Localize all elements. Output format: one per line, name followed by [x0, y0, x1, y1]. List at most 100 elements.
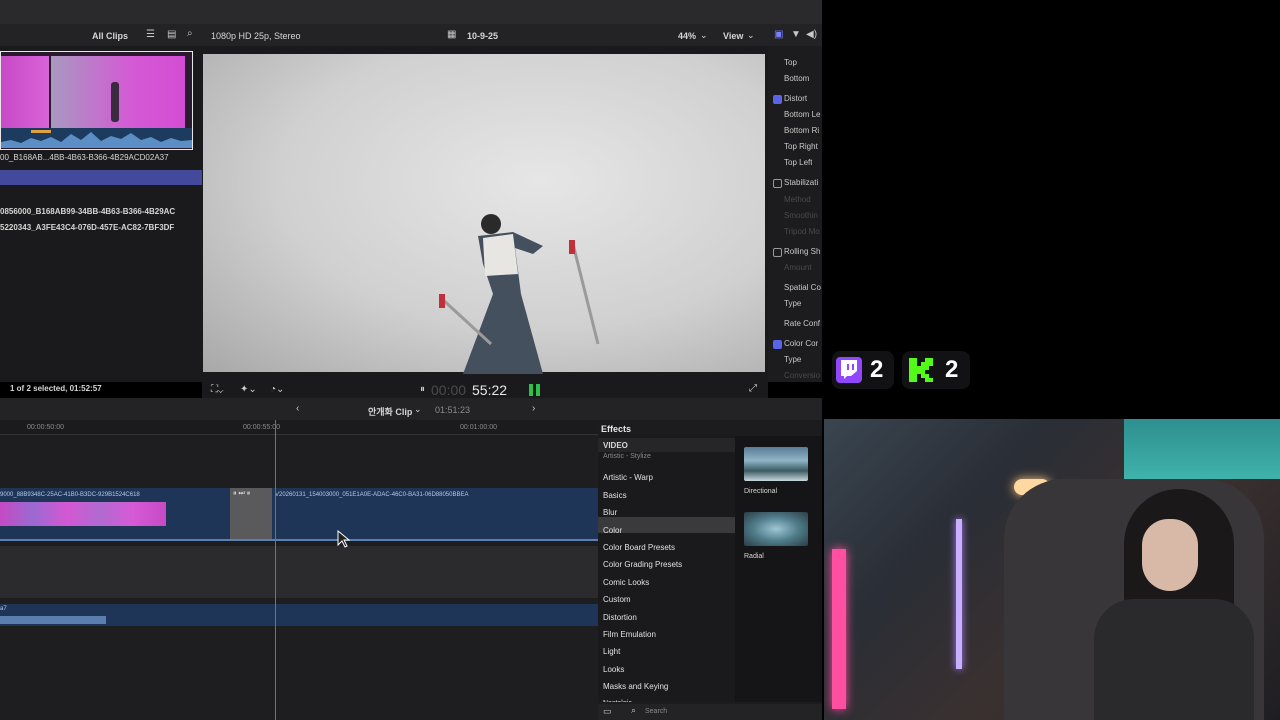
timeline-header: ‹ 안개화 Clip ⌄ 01:51:23 ›: [0, 398, 822, 420]
sidebar-toggle-icon[interactable]: ▭: [603, 706, 612, 717]
search-icon: ⌕: [631, 705, 637, 715]
inspector-row-label: Amount: [784, 263, 812, 272]
timecode: 55:22: [472, 382, 508, 398]
playhead[interactable]: [275, 420, 276, 720]
timeline: 00:00:50:00 00:00:55:00 00:01:00:00 9000…: [0, 420, 598, 720]
project-name: 10-9-25: [467, 31, 499, 41]
effect-thumb-radial[interactable]: [744, 512, 808, 546]
effect-label: Directional: [744, 488, 778, 495]
inspector-checkbox[interactable]: [773, 340, 782, 349]
clip-appearance-icon[interactable]: ▤: [167, 29, 176, 40]
audio-inspector-icon[interactable]: ◀): [806, 29, 817, 40]
fullscreen-icon[interactable]: ⤢: [749, 383, 757, 394]
chevron-down-icon: ⌄: [747, 30, 755, 40]
effects-category-item[interactable]: Basics: [603, 491, 627, 500]
ruler-label: 00:01:00:00: [460, 424, 497, 431]
effects-category-item[interactable]: Comic Looks: [603, 578, 649, 587]
inspector-row-label: Spatial Co: [784, 283, 821, 292]
effects-category-item[interactable]: Artistic - Stylize: [603, 453, 651, 460]
clip-filmstrip: [0, 502, 166, 526]
clip-name: 00_B168AB...4BB-4B63-B366-4B29ACD02A37: [0, 153, 169, 162]
filter-icon[interactable]: ▼: [791, 29, 801, 40]
view-dropdown[interactable]: View: [723, 31, 743, 41]
effects-category-item[interactable]: Color: [603, 526, 622, 535]
inspector-row-label[interactable]: Rolling Sh: [784, 247, 820, 256]
inspector-row-label: Bottom: [784, 74, 810, 83]
inspector-row-label: Bottom Ri: [784, 126, 820, 135]
clip-thumbnail[interactable]: [0, 51, 193, 150]
speed-icon[interactable]: ◔⌄: [270, 384, 284, 395]
effects-category-item[interactable]: Looks: [603, 665, 624, 674]
timeline-title[interactable]: 안개화 Clip: [368, 405, 412, 418]
effect-thumb-directional[interactable]: [744, 447, 808, 481]
inspector-checkbox[interactable]: [773, 248, 782, 257]
back-arrow-icon[interactable]: ‹: [296, 403, 299, 414]
twitch-viewer-badge: 2: [832, 351, 894, 389]
list-item[interactable]: 0856000_B168AB99-34BB-4B63-B366-4B29AC: [0, 207, 175, 216]
search-input[interactable]: Search: [645, 708, 667, 715]
effects-category-list: VIDEO Artistic - Stylize Artistic - Warp B…: [598, 436, 735, 702]
effects-category-item[interactable]: Nostalgia: [603, 700, 632, 702]
inspector-row-label: Top Left: [784, 158, 813, 167]
kick-count: 2: [945, 356, 959, 383]
timeline-ruler[interactable]: 00:00:50:00 00:00:55:00 00:01:00:00: [0, 420, 598, 435]
forward-arrow-icon[interactable]: ›: [532, 403, 535, 414]
inspector-row-label: Tripod Mo: [784, 227, 820, 236]
effects-category-item[interactable]: Masks and Keying: [603, 682, 668, 691]
effects-category-item[interactable]: Blur: [603, 508, 617, 517]
kick-icon: [907, 356, 935, 384]
timeline-duration: 01:51:23: [435, 405, 471, 415]
chevron-down-icon: ⌄: [700, 30, 708, 40]
inspector-checkbox[interactable]: [773, 179, 782, 188]
inspector-row-label: Rate Conf: [784, 319, 821, 328]
list-item[interactable]: 5220343_A3FE43C4-076D-457E-AC82-7BF3DF: [0, 223, 174, 232]
effects-category-item[interactable]: Film Emulation: [603, 630, 656, 639]
inspector-checkbox[interactable]: [773, 95, 782, 104]
project-icon: ▦: [447, 29, 457, 40]
audio-meter-left: [529, 384, 533, 396]
clip-label: 9000_88B9348C-25AC-41B0-B3DC-929B1524C61…: [0, 492, 140, 498]
chevron-down-icon: ⌄: [414, 404, 422, 414]
effects-category-item[interactable]: Light: [603, 647, 620, 656]
video-inspector-icon[interactable]: ▣: [774, 29, 783, 40]
enhance-icon[interactable]: ✦⌄: [240, 384, 257, 395]
effects-category-item[interactable]: Artistic - Warp: [603, 473, 653, 482]
search-icon[interactable]: ⌕: [187, 28, 193, 39]
video-clip[interactable]: 9000_88B9348C-25AC-41B0-B3DC-929B1524C61…: [0, 488, 230, 540]
inspector-row-label[interactable]: Color Cor: [784, 339, 818, 348]
ruler-label: 00:00:50:00: [27, 424, 64, 431]
effects-browser: Effects Directional Radial VIDEO Artisti…: [598, 420, 822, 720]
inspector-row-label[interactable]: Stabilizati: [784, 178, 818, 187]
filter-dropdown[interactable]: All Clips: [92, 31, 128, 41]
video-clip[interactable]: V20260131_154003000_051E1A0E-ADAC-46C0-B…: [272, 488, 598, 540]
twitch-icon: [836, 357, 862, 383]
effects-category-item[interactable]: Color Board Presets: [603, 543, 675, 552]
zoom-dropdown[interactable]: 44%: [678, 31, 696, 41]
neon-light: [956, 519, 962, 669]
dancer-figure: [439, 214, 600, 374]
selected-row[interactable]: [0, 170, 202, 185]
effect-label: Radial: [744, 553, 764, 560]
transform-icon[interactable]: ⛶⌄: [211, 384, 223, 395]
inspector-row-label: Top: [784, 58, 797, 67]
inspector-row-label[interactable]: Distort: [784, 94, 807, 103]
webcam-feed: [824, 419, 1280, 720]
category-header: VIDEO: [598, 438, 735, 452]
browser-panel: 00_B168AB...4BB-4B63-B366-4B29ACD02A37 0…: [0, 46, 202, 393]
effects-category-item[interactable]: Custom: [603, 595, 631, 604]
title-bar: [0, 0, 822, 24]
empty-track[interactable]: [0, 546, 598, 598]
viewer-panel: ⛶⌄ ✦⌄ ◔⌄ ⏸ 00:00 55:22 ⤢: [202, 46, 768, 402]
effects-category-item[interactable]: Color Grading Presets: [603, 560, 682, 569]
inspector-row-label: Bottom Le: [784, 110, 821, 119]
transition-handles-icon: ⏸ ⏭ ⏸: [233, 490, 251, 497]
play-pause-icon[interactable]: ⏸: [420, 384, 425, 395]
effects-category-item[interactable]: Distortion: [603, 613, 637, 622]
list-view-icon[interactable]: ☰: [146, 29, 155, 40]
transition[interactable]: ⏸ ⏭ ⏸: [230, 488, 272, 540]
audio-track[interactable]: a7: [0, 604, 598, 626]
neon-light: [832, 549, 846, 709]
video-frame[interactable]: [203, 54, 765, 374]
toolbar: All Clips ☰ ▤ ⌕ 1080p HD 25p, Stereo ▦ 1…: [0, 24, 822, 46]
twitch-count: 2: [870, 356, 884, 383]
